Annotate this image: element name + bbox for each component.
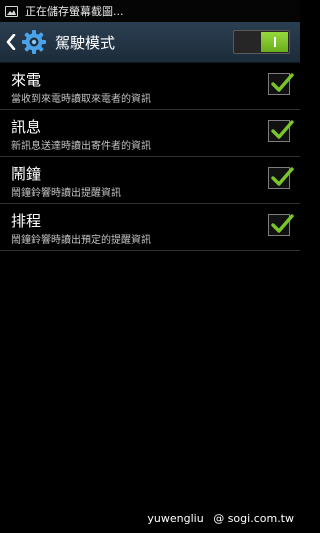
settings-gear-icon <box>20 28 48 56</box>
status-notification-text: 正在儲存螢幕截圖... <box>25 5 124 18</box>
setting-item-incoming-call[interactable]: 來電 當收到來電時讀取來電者的資訊 <box>0 63 300 110</box>
check-icon <box>271 167 294 186</box>
setting-item-summary: 鬧鐘鈴響時讀出提醒資訊 <box>11 188 121 199</box>
check-icon <box>271 120 294 139</box>
settings-list: 來電 當收到來電時讀取來電者的資訊 訊息 新訊息送達時讀出寄件者的資訊 鬧鐘 鬧… <box>0 63 300 251</box>
schedule-checkbox[interactable] <box>268 214 294 236</box>
master-toggle-switch[interactable] <box>233 30 290 54</box>
message-checkbox[interactable] <box>268 120 294 142</box>
setting-item-summary: 當收到來電時讀取來電者的資訊 <box>11 94 151 105</box>
setting-item-alarm[interactable]: 鬧鐘 鬧鐘鈴響時讀出提醒資訊 <box>0 157 300 204</box>
setting-item-summary: 新訊息送達時讀出寄件者的資訊 <box>11 141 151 152</box>
setting-item-schedule[interactable]: 排程 鬧鐘鈴響時讀出預定的提醒資訊 <box>0 204 300 251</box>
check-icon <box>271 73 294 92</box>
action-bar: 駕駛模式 <box>0 22 300 63</box>
setting-item-title: 來電 <box>11 71 42 89</box>
setting-item-message[interactable]: 訊息 新訊息送達時讀出寄件者的資訊 <box>0 110 300 157</box>
switch-thumb <box>261 32 288 52</box>
back-chevron-icon[interactable] <box>4 22 18 62</box>
alarm-checkbox[interactable] <box>268 167 294 189</box>
setting-item-title: 鬧鐘 <box>11 165 42 183</box>
status-bar: 正在儲存螢幕截圖... <box>0 0 300 22</box>
watermark-site: @ sogi.com.tw <box>213 512 294 525</box>
setting-item-title: 排程 <box>11 212 42 230</box>
page-title: 駕駛模式 <box>55 33 116 52</box>
setting-item-summary: 鬧鐘鈴響時讀出預定的提醒資訊 <box>11 235 151 246</box>
gallery-icon <box>5 5 18 17</box>
setting-item-title: 訊息 <box>11 118 42 136</box>
incoming-call-checkbox[interactable] <box>268 73 294 95</box>
watermark-user: yuwengliu <box>147 512 204 525</box>
check-icon <box>271 214 294 233</box>
watermark: yuwengliu @ sogi.com.tw <box>147 512 294 525</box>
